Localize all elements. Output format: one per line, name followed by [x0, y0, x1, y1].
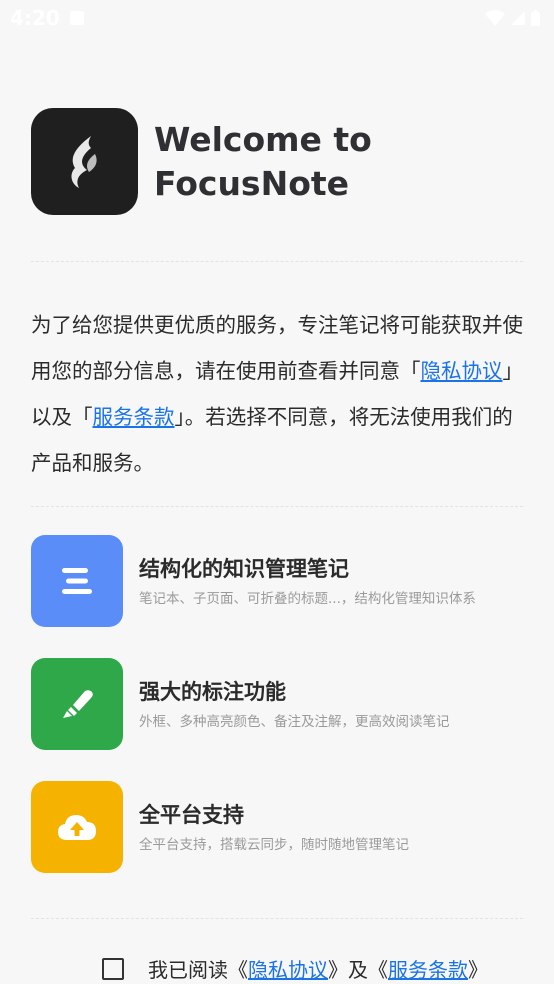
divider-top: [31, 261, 523, 262]
agree-privacy-link[interactable]: 隐私协议: [248, 954, 328, 983]
agree-checkbox[interactable]: [102, 957, 124, 980]
agreement-row: 我已阅读《 隐私协议 》及《 服务条款 》: [102, 954, 488, 983]
wifi-icon: [485, 10, 505, 26]
feature-desc: 笔记本、子页面、可折叠的标题...，结构化管理知识体系: [139, 590, 476, 607]
notification-icon: [69, 11, 84, 25]
status-bar: 4:20: [0, 0, 554, 36]
terms-link[interactable]: 服务条款: [93, 405, 175, 429]
welcome-header: Welcome to FocusNote: [31, 108, 372, 215]
app-logo: [31, 108, 138, 215]
privacy-link[interactable]: 隐私协议: [421, 359, 503, 383]
divider-bottom: [31, 918, 523, 919]
status-left: 4:20: [10, 6, 84, 30]
list-icon: [62, 568, 92, 594]
feature-annotation: 强大的标注功能 外框、多种高亮颜色、备注及注解，更高效阅读笔记: [31, 658, 450, 750]
agree-suffix: 》: [468, 958, 488, 982]
agree-prefix: 我已阅读《: [148, 958, 248, 982]
feature-icon-box: [31, 658, 123, 750]
agree-terms-link[interactable]: 服务条款: [388, 954, 468, 983]
feature-desc: 全平台支持，搭载云同步，随时随地管理笔记: [139, 836, 409, 853]
highlighter-icon: [63, 690, 93, 718]
signal-icon: [511, 11, 525, 25]
flame-logo-icon: [71, 135, 97, 188]
welcome-line-1: Welcome to: [154, 119, 372, 159]
feature-cross-platform: 全平台支持 全平台支持，搭载云同步，随时随地管理笔记: [31, 781, 409, 873]
feature-title: 强大的标注功能: [139, 679, 286, 704]
status-time: 4:20: [10, 6, 60, 30]
status-right: [485, 10, 540, 26]
agree-middle: 》及《: [328, 958, 388, 982]
feature-title: 全平台支持: [139, 802, 244, 827]
feature-title: 结构化的知识管理笔记: [139, 556, 349, 581]
feature-icon-box: [31, 781, 123, 873]
welcome-line-2: FocusNote: [154, 163, 350, 203]
welcome-title: Welcome to FocusNote: [154, 118, 372, 206]
battery-icon: [531, 10, 540, 26]
cloud-upload-icon: [58, 815, 96, 840]
divider-middle: [31, 506, 523, 507]
feature-desc: 外框、多种高亮颜色、备注及注解，更高效阅读笔记: [139, 713, 450, 730]
intro-text: 为了给您提供更优质的服务，专注笔记将可能获取并使用您的部分信息，请在使用前查看并…: [31, 302, 531, 486]
feature-icon-box: [31, 535, 123, 627]
feature-structured-notes: 结构化的知识管理笔记 笔记本、子页面、可折叠的标题...，结构化管理知识体系: [31, 535, 476, 627]
